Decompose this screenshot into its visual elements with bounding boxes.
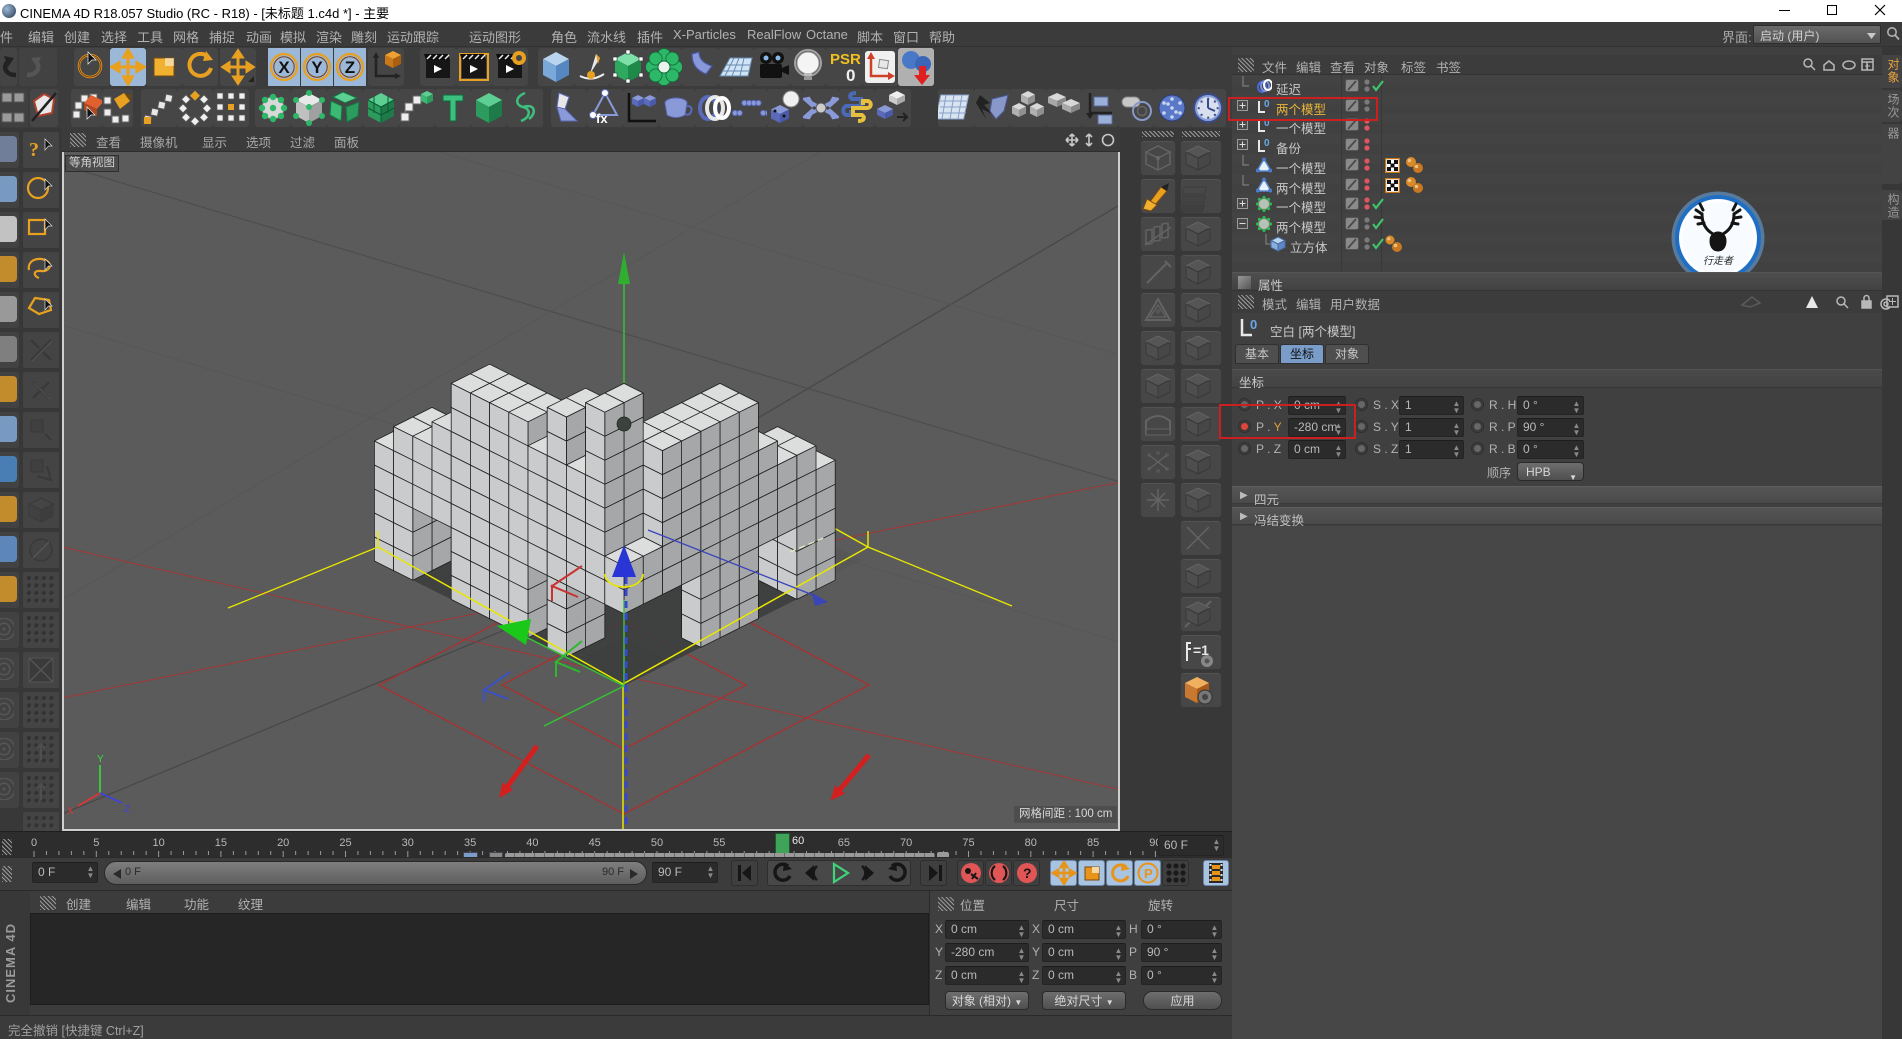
svg-text:行走者: 行走者 [1703, 255, 1734, 267]
svg-text:P: P [1144, 866, 1153, 881]
svg-text:Y: Y [97, 754, 104, 765]
svg-text:?: ? [29, 139, 39, 161]
svg-text:Y: Y [311, 58, 323, 77]
svg-text:20: 20 [277, 837, 289, 849]
svg-text:0: 0 [846, 66, 855, 85]
svg-text:30: 30 [402, 837, 414, 849]
svg-text:75: 75 [962, 837, 974, 849]
svg-text:X: X [67, 806, 74, 817]
svg-text:Z: Z [124, 804, 130, 815]
svg-text:0: 0 [1250, 317, 1257, 332]
svg-text:X: X [278, 58, 290, 77]
svg-text:10: 10 [152, 837, 164, 849]
svg-text:70: 70 [900, 837, 912, 849]
svg-text:50: 50 [651, 837, 663, 849]
svg-text:5: 5 [93, 837, 99, 849]
svg-text:80: 80 [1025, 837, 1037, 849]
svg-text:65: 65 [838, 837, 850, 849]
svg-text:15: 15 [215, 837, 227, 849]
svg-text:45: 45 [589, 837, 601, 849]
svg-text:0: 0 [1264, 138, 1270, 149]
svg-text:40: 40 [526, 837, 538, 849]
svg-text:35: 35 [464, 837, 476, 849]
svg-text:Z: Z [345, 58, 355, 77]
svg-text:?: ? [1023, 865, 1032, 881]
svg-text:0: 0 [31, 837, 37, 849]
svg-text:25: 25 [339, 837, 351, 849]
svg-text:fx: fx [596, 111, 608, 126]
svg-text:85: 85 [1087, 837, 1099, 849]
svg-text:55: 55 [713, 837, 725, 849]
